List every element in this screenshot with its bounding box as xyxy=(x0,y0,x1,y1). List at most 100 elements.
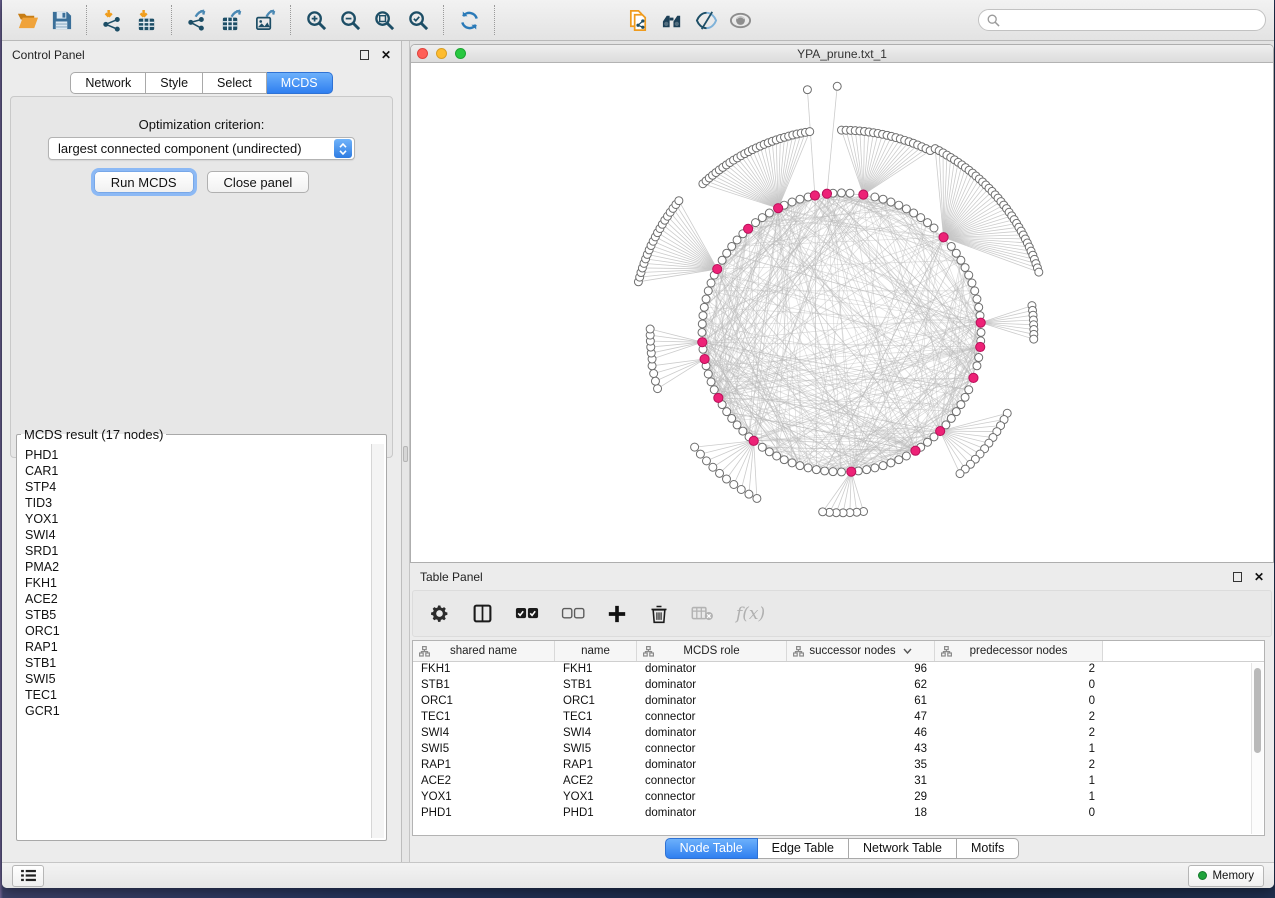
mcds-result-item[interactable]: PHD1 xyxy=(25,447,371,463)
delete-columns-icon[interactable] xyxy=(649,602,669,626)
divider-grip[interactable] xyxy=(403,446,408,462)
criterion-dropdown[interactable]: largest connected component (undirected) xyxy=(48,137,355,160)
table-row[interactable]: ORC1ORC1dominator610 xyxy=(413,694,1264,710)
export-network-icon[interactable] xyxy=(184,7,210,33)
cell-successor_nodes: 43 xyxy=(787,742,935,758)
show-column-icon[interactable] xyxy=(472,602,493,626)
table-row[interactable]: PHD1PHD1dominator180 xyxy=(413,806,1264,822)
hide-selected-eye-icon[interactable] xyxy=(727,7,753,33)
control-panel-tabs: NetworkStyleSelectMCDS xyxy=(2,72,401,94)
mcds-result-item[interactable]: RAP1 xyxy=(25,639,371,655)
network-canvas[interactable] xyxy=(411,63,1273,562)
cell-mcds_role: dominator xyxy=(637,662,787,678)
cell-name: TEC1 xyxy=(555,710,637,726)
search-input[interactable] xyxy=(1005,13,1257,27)
table-panel: Table Panel ✕ xyxy=(410,563,1274,862)
tab-select[interactable]: Select xyxy=(203,72,267,94)
mcds-result-item[interactable]: ACE2 xyxy=(25,591,371,607)
deselect-all-rows-icon[interactable] xyxy=(561,602,585,626)
table-options-icon[interactable] xyxy=(429,602,450,626)
mcds-tab-content: Optimization criterion: largest connecte… xyxy=(10,96,393,458)
table-scrollbar[interactable] xyxy=(1251,663,1263,834)
mcds-result-list[interactable]: PHD1CAR1STP4TID3YOX1SWI4SRD1PMA2FKH1ACE2… xyxy=(19,444,371,838)
import-network-icon[interactable] xyxy=(99,7,125,33)
close-panel-button[interactable]: Close panel xyxy=(207,171,310,193)
network-titlebar[interactable]: YPA_prune.txt_1 xyxy=(411,45,1273,63)
mcds-result-item[interactable]: FKH1 xyxy=(25,575,371,591)
close-panel-icon[interactable]: ✕ xyxy=(381,48,391,62)
tab-style[interactable]: Style xyxy=(146,72,203,94)
select-all-rows-icon[interactable] xyxy=(515,602,539,626)
memory-button[interactable]: Memory xyxy=(1188,865,1264,887)
mcds-result-item[interactable]: STB5 xyxy=(25,607,371,623)
table-row[interactable]: STB1STB1dominator620 xyxy=(413,678,1264,694)
cell-name: PHD1 xyxy=(555,806,637,822)
float-table-panel-icon[interactable] xyxy=(1233,572,1242,582)
save-icon[interactable] xyxy=(48,7,74,33)
export-table-icon[interactable] xyxy=(218,7,244,33)
cell-mcds_role: connector xyxy=(637,742,787,758)
zoom-in-icon[interactable] xyxy=(303,7,329,33)
zoom-fit-icon[interactable] xyxy=(371,7,397,33)
table-row[interactable]: ACE2ACE2connector311 xyxy=(413,774,1264,790)
cell-predecessor_nodes: 1 xyxy=(935,774,1103,790)
tab-mcds[interactable]: MCDS xyxy=(267,72,333,94)
column-header-name[interactable]: name xyxy=(555,641,637,661)
table-row[interactable]: TEC1TEC1connector472 xyxy=(413,710,1264,726)
mcds-result-item[interactable]: GCR1 xyxy=(25,703,371,719)
network-window: YPA_prune.txt_1 xyxy=(410,44,1274,563)
export-image-icon[interactable] xyxy=(252,7,278,33)
clone-network-icon[interactable] xyxy=(625,7,651,33)
cell-mcds_role: dominator xyxy=(637,678,787,694)
mcds-result-item[interactable]: STB1 xyxy=(25,655,371,671)
panel-split-divider[interactable] xyxy=(402,41,410,862)
task-history-button[interactable] xyxy=(12,865,44,887)
table-row[interactable]: FKH1FKH1dominator962 xyxy=(413,662,1264,678)
cell-successor_nodes: 18 xyxy=(787,806,935,822)
close-table-panel-icon[interactable]: ✕ xyxy=(1254,570,1264,584)
toolbar-separator xyxy=(443,5,444,35)
run-mcds-button[interactable]: Run MCDS xyxy=(94,171,194,193)
network-graph[interactable] xyxy=(411,63,1273,562)
open-file-icon[interactable] xyxy=(14,7,40,33)
mcds-result-item[interactable]: SWI5 xyxy=(25,671,371,687)
cell-shared_name: PHD1 xyxy=(413,806,555,822)
mcds-result-scrollbar[interactable] xyxy=(371,444,384,838)
zoom-out-icon[interactable] xyxy=(337,7,363,33)
column-header-shared-name[interactable]: shared name xyxy=(413,641,555,661)
refresh-view-icon[interactable] xyxy=(456,7,482,33)
tab-network[interactable]: Network xyxy=(70,72,146,94)
float-panel-icon[interactable] xyxy=(360,50,369,60)
mcds-result-item[interactable]: ORC1 xyxy=(25,623,371,639)
import-table-icon[interactable] xyxy=(133,7,159,33)
column-header-predecessor-nodes[interactable]: predecessor nodes xyxy=(935,641,1103,661)
tab-motifs[interactable]: Motifs xyxy=(957,838,1019,859)
mcds-result-item[interactable]: SWI4 xyxy=(25,527,371,543)
table-row[interactable]: RAP1RAP1dominator352 xyxy=(413,758,1264,774)
cell-successor_nodes: 29 xyxy=(787,790,935,806)
table-row[interactable]: SWI5SWI5connector431 xyxy=(413,742,1264,758)
tab-node-table[interactable]: Node Table xyxy=(665,838,758,859)
column-header-successor-nodes[interactable]: successor nodes xyxy=(787,641,935,661)
table-scrollbar-thumb[interactable] xyxy=(1254,668,1261,753)
cell-successor_nodes: 96 xyxy=(787,662,935,678)
mcds-result-item[interactable]: STP4 xyxy=(25,479,371,495)
create-column-icon[interactable] xyxy=(607,602,627,626)
mcds-result-item[interactable]: PMA2 xyxy=(25,559,371,575)
dropdown-stepper-icon xyxy=(334,139,352,158)
column-header-MCDS-role[interactable]: MCDS role xyxy=(637,641,787,661)
mcds-result-item[interactable]: TEC1 xyxy=(25,687,371,703)
mcds-result-item[interactable]: TID3 xyxy=(25,495,371,511)
first-neighbors-icon[interactable] xyxy=(659,7,685,33)
show-graphics-details-icon[interactable] xyxy=(693,7,719,33)
mcds-result-item[interactable]: CAR1 xyxy=(25,463,371,479)
table-row[interactable]: SWI4SWI4dominator462 xyxy=(413,726,1264,742)
tab-edge-table[interactable]: Edge Table xyxy=(758,838,849,859)
table-row[interactable]: YOX1YOX1connector291 xyxy=(413,790,1264,806)
zoom-selected-icon[interactable] xyxy=(405,7,431,33)
delete-table-icon xyxy=(691,602,714,626)
tab-network-table[interactable]: Network Table xyxy=(849,838,957,859)
mcds-result-item[interactable]: YOX1 xyxy=(25,511,371,527)
mcds-result-item[interactable]: SRD1 xyxy=(25,543,371,559)
node-table: shared namenameMCDS rolesuccessor nodesp… xyxy=(412,640,1265,836)
